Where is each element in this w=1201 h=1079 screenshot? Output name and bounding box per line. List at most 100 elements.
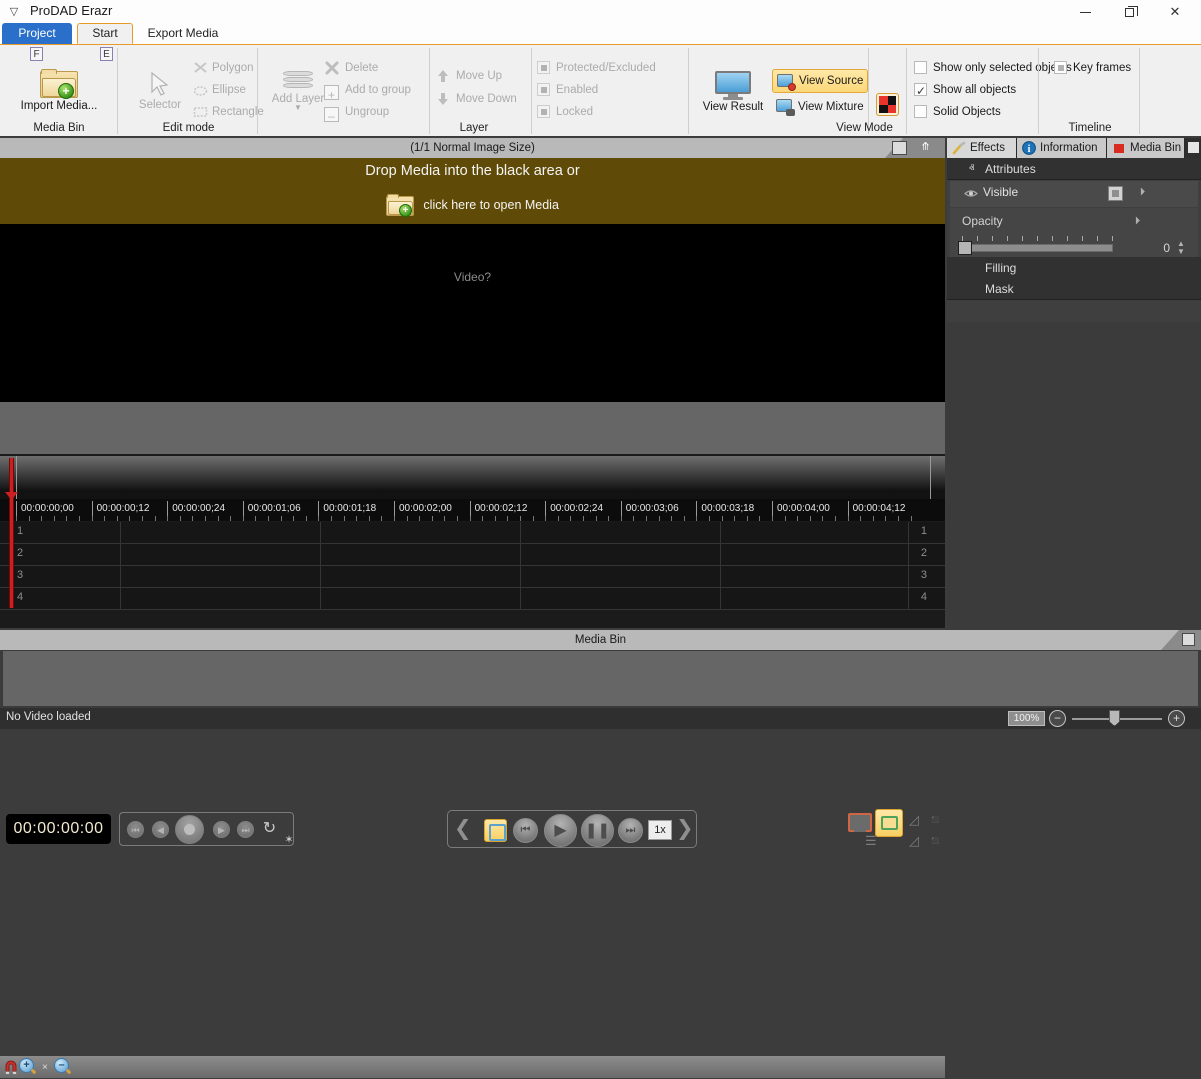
opacity-value[interactable]: 0 [1150,241,1170,255]
mark-in-icon[interactable] [848,813,872,832]
reset-loop-button[interactable]: ↻ [260,820,279,839]
section-label-attributes: Attributes [985,158,1036,180]
triangle-tl-icon[interactable]: ◿ [909,812,919,828]
zoom-value-field[interactable]: 100% [1008,711,1045,726]
ribbon-group-timeline: Key frames Timeline [1040,45,1140,137]
checkbox-locked-label: Locked [556,101,593,123]
step-back-button[interactable]: ◀ [152,821,169,838]
tab-start[interactable]: Start [77,23,133,44]
view-source-button[interactable]: View Source [772,69,868,93]
view-source-icon [777,74,794,89]
chevron-up-icon[interactable]: ⤊ [918,141,933,155]
transport-bar: 00:00:00:00 ⏮ ◀ ▶ ⏭ ↻ ✶ ❮ ⏮ ▶ ❚❚ ⏭ 1x ❯ … [0,402,945,454]
zoom-out-icon[interactable]: – [54,1058,72,1076]
next-chevron-button[interactable]: ❯ [676,819,692,841]
caret-down-icon[interactable]: ▽ [6,4,22,20]
selector-button[interactable]: Selector [129,69,191,125]
track-number-right: 3 [921,569,927,581]
view-mixture-button[interactable]: View Mixture [772,95,868,119]
timecode-display[interactable]: 00:00:00:00 [6,814,111,844]
record-control-cluster: ⏮ ◀ ▶ ⏭ ↻ [119,812,294,846]
timeline-ruler-top[interactable] [0,456,945,499]
group-divider [1038,48,1039,134]
section-header-filling[interactable]: ⱟ Filling [947,257,1201,279]
track-number-left: 2 [17,547,23,559]
tab-media-bin[interactable]: Media Bin [1107,138,1185,158]
timeline-track-row[interactable]: 44 [0,588,945,610]
shape-ellipse[interactable]: Ellipse [193,79,255,101]
timeline-x-marker[interactable]: × [42,1062,48,1073]
visible-checkbox[interactable] [1108,186,1123,201]
tab-project[interactable]: Project [2,23,72,44]
triangle-br-icon[interactable]: ◾ [927,833,943,849]
tab-effects[interactable]: Effects [947,138,1017,158]
triangle-tr-icon[interactable]: ◾ [927,812,943,828]
import-media-label: Import Media... [6,100,112,112]
triangle-bl-icon[interactable]: ◿ [909,833,919,849]
opacity-slider-thumb[interactable] [958,241,972,255]
add-layer-button[interactable]: Add Layer ▼ [267,69,329,127]
media-bin-panel-header: Media Bin [0,630,1201,650]
skip-start-button[interactable]: ⏮ [127,821,144,838]
media-drop-zone[interactable]: Drop Media into the black area or + clic… [0,158,945,224]
timeline-track-row[interactable]: 11 [0,522,945,544]
timeline-track-row[interactable]: 22 [0,544,945,566]
open-media-button[interactable]: + click here to open Media [386,190,559,218]
opacity-slider[interactable] [961,244,1113,252]
gear-icon[interactable]: ✶ [283,834,295,846]
record-button[interactable] [175,815,204,844]
attribute-row-visible: Visible ⏵ [950,181,1198,207]
tab-information[interactable]: i Information [1017,138,1107,158]
zoom-in-icon[interactable]: + [19,1058,37,1076]
mark-out-icon[interactable] [875,809,903,837]
preview-canvas[interactable]: Drop Media into the black area or + clic… [0,158,945,402]
loop-icon[interactable] [484,819,507,842]
delete-icon [324,60,340,76]
skip-forward-button[interactable]: ⏭ [618,818,643,843]
minimize-button[interactable] [1063,0,1107,23]
zoom-out-button[interactable]: − [1049,710,1066,727]
section-header-mask[interactable]: ⱟ Mask [947,278,1201,300]
section-header-attributes[interactable]: ⱏ Attributes [947,158,1201,180]
checker-pattern-icon[interactable] [876,93,899,116]
checkbox-key-frames-label: Key frames [1073,57,1131,79]
playhead[interactable] [9,458,14,608]
tab-export-media[interactable]: Export Media [138,23,228,44]
restore-icon[interactable] [1182,633,1195,646]
playback-control-cluster: ❮ ⏮ ▶ ❚❚ ⏭ 1x ❯ [447,810,697,848]
magnet-snap-icon[interactable] [2,1058,20,1076]
view-mixture-icon [776,99,793,114]
shape-polygon[interactable]: Polygon [193,57,255,79]
skip-back-button[interactable]: ⏮ [513,818,538,843]
skip-end-button[interactable]: ⏭ [237,821,254,838]
media-bin-content[interactable] [2,650,1199,707]
play-button[interactable]: ▶ [544,814,577,847]
ruler-end-line [930,456,931,499]
playback-speed-button[interactable]: 1x [648,820,672,840]
step-forward-button[interactable]: ▶ [213,821,230,838]
clock-icon[interactable]: ⏵ [1136,186,1149,199]
ribbon-tab-strip: Project Start Export Media [0,23,1201,44]
zoom-in-button[interactable]: + [1168,710,1185,727]
status-message: No Video loaded [6,711,91,723]
group-divider [688,48,689,134]
polygon-icon [193,60,208,75]
pause-button[interactable]: ❚❚ [581,814,614,847]
view-result-button[interactable]: View Result [697,69,769,127]
close-button[interactable]: ✕ [1153,0,1197,23]
restore-icon[interactable] [892,141,907,155]
timeline-panel: 00:00:00;00 00:00:00;12 00:00:00;24 00:00:0… [0,454,945,628]
scissors-icon[interactable]: ☰ [865,833,877,849]
prev-chevron-button[interactable]: ❮ [454,819,470,841]
shape-rectangle[interactable]: Rectangle [193,101,255,123]
import-media-button[interactable]: + Import Media... [6,69,112,123]
timeline-track-row[interactable]: 33 [0,566,945,588]
chevron-up-icon: ⱏ [969,158,974,180]
opacity-stepper[interactable]: ▲ ▼ [1176,240,1186,256]
timeline-tracks[interactable]: 11223344 [0,522,945,610]
maximize-button[interactable] [1107,0,1151,23]
ellipse-icon [193,82,208,97]
clock-icon[interactable]: ⏵ [1131,215,1144,228]
restore-icon[interactable] [1187,141,1200,154]
svg-text:i: i [1028,144,1031,155]
